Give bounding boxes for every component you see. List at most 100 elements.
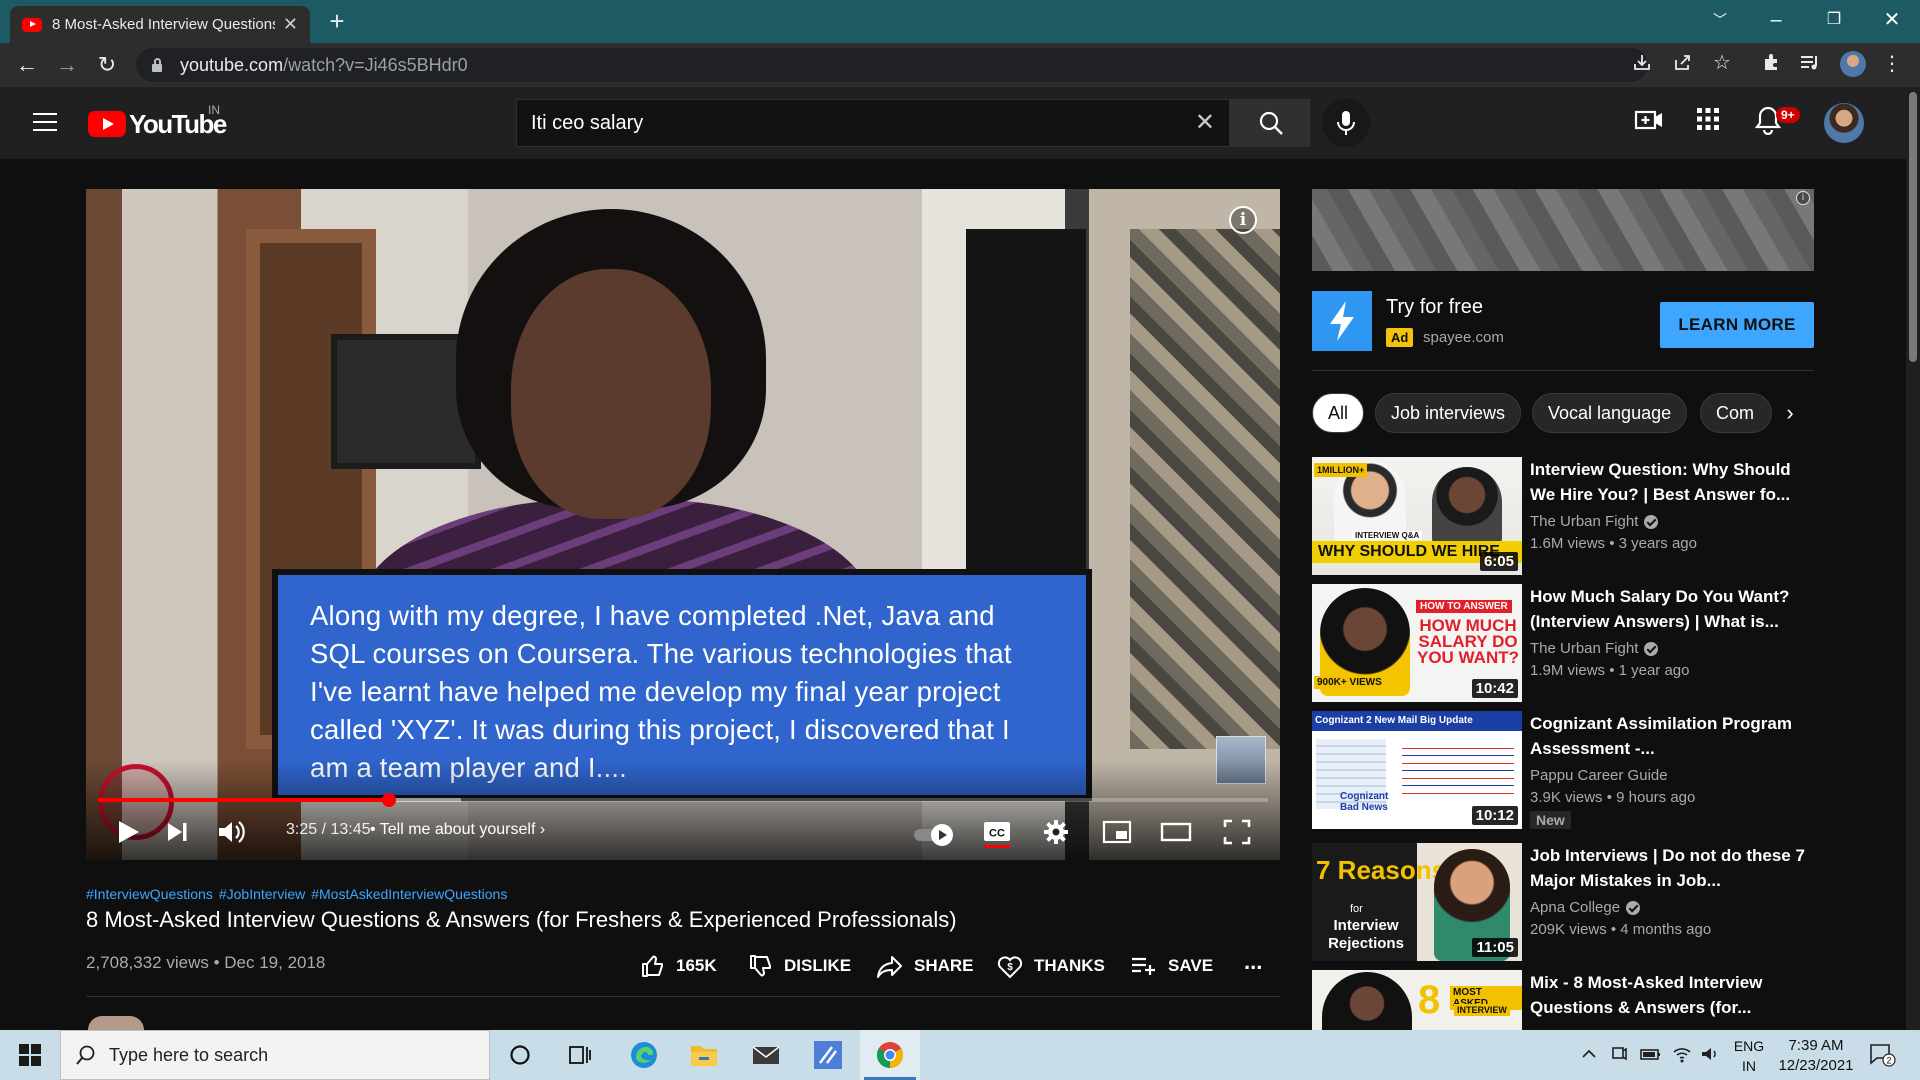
- volume-button[interactable]: [216, 817, 246, 851]
- hashtag-link[interactable]: #MostAskedInterviewQuestions: [311, 886, 507, 902]
- learn-more-button[interactable]: LEARN MORE: [1660, 302, 1814, 348]
- recommendation-channel[interactable]: Pappu Career Guide: [1530, 767, 1668, 784]
- recommendation-item[interactable]: Cognizant 2 New Mail Big Update Cognizan…: [1312, 711, 1822, 831]
- recommendation-channel[interactable]: The Urban Fight: [1530, 640, 1659, 657]
- system-clock[interactable]: 7:39 AM 12/23/2021: [1770, 1036, 1862, 1076]
- voice-search-button[interactable]: [1322, 99, 1370, 147]
- advertiser-logo[interactable]: [1312, 291, 1372, 351]
- recommendation-title[interactable]: Cognizant Assimilation Program Assessmen…: [1530, 711, 1820, 761]
- page-scrollbar[interactable]: [1906, 87, 1920, 1030]
- file-explorer-app[interactable]: [674, 1030, 734, 1080]
- clear-search-icon[interactable]: ✕: [1195, 111, 1215, 135]
- video-thumbnail[interactable]: HOW TO ANSWER HOW MUCH SALARY DO YOU WAN…: [1312, 584, 1522, 702]
- input-language[interactable]: ENG IN: [1732, 1036, 1766, 1076]
- cortana-button[interactable]: [490, 1030, 550, 1080]
- save-button[interactable]: SAVE: [1130, 951, 1213, 981]
- chip-truncated[interactable]: Com: [1700, 393, 1772, 433]
- reload-button[interactable]: ↻: [92, 51, 122, 79]
- hashtag-link[interactable]: #InterviewQuestions: [86, 886, 213, 902]
- windows-start-button[interactable]: [0, 1030, 60, 1080]
- show-hidden-icons-chevron[interactable]: [1580, 1045, 1598, 1068]
- install-icon[interactable]: [1630, 52, 1654, 76]
- mail-app[interactable]: [736, 1030, 796, 1080]
- recommendation-title[interactable]: Job Interviews | Do not do these 7 Major…: [1530, 843, 1820, 893]
- volume-speaker-icon[interactable]: [1700, 1045, 1720, 1068]
- chips-next-chevron-icon[interactable]: ›: [1770, 393, 1810, 433]
- edge-browser-app[interactable]: [614, 1030, 674, 1080]
- like-button[interactable]: 165K: [640, 951, 717, 981]
- battery-icon[interactable]: [1640, 1045, 1662, 1068]
- back-button[interactable]: ←: [12, 51, 42, 79]
- hashtag-link[interactable]: #JobInterview: [219, 886, 305, 902]
- video-player[interactable]: i Along with my degree, I have completed…: [86, 189, 1280, 860]
- hamburger-menu-icon[interactable]: [28, 109, 62, 135]
- autoplay-toggle[interactable]: [912, 821, 958, 855]
- wifi-icon[interactable]: [1672, 1045, 1692, 1068]
- pinned-app[interactable]: [798, 1030, 858, 1080]
- recommendation-channel[interactable]: Apna College: [1530, 899, 1641, 916]
- create-video-icon[interactable]: [1634, 105, 1670, 141]
- search-input[interactable]: Iti ceo salary ✕: [516, 99, 1230, 147]
- share-icon[interactable]: [1670, 52, 1694, 76]
- recommendation-item[interactable]: 1MILLION+ INTERVIEW Q&A WHY SHOULD WE HI…: [1312, 457, 1822, 577]
- minimize-button[interactable]: –: [1748, 0, 1804, 40]
- fullscreen-button[interactable]: [1222, 817, 1252, 851]
- video-thumbnail[interactable]: 7 Reasons for Interview Rejections 11:05: [1312, 843, 1522, 961]
- browser-tab[interactable]: 8 Most-Asked Interview Questions ✕: [10, 6, 310, 43]
- recommendation-title[interactable]: How Much Salary Do You Want? (Interview …: [1530, 584, 1820, 634]
- profile-avatar-icon[interactable]: [1840, 51, 1866, 77]
- thanks-button[interactable]: $ THANKS: [996, 951, 1105, 981]
- close-window-button[interactable]: ✕: [1864, 0, 1920, 40]
- video-thumbnail[interactable]: Cognizant 2 New Mail Big Update Cognizan…: [1312, 711, 1522, 829]
- lock-icon[interactable]: [150, 58, 164, 72]
- chip-job-interviews[interactable]: Job interviews: [1375, 393, 1522, 433]
- channel-avatar[interactable]: [88, 1016, 144, 1030]
- bookmark-star-icon[interactable]: ☆: [1710, 51, 1734, 75]
- share-label: SHARE: [914, 956, 974, 975]
- theater-mode-button[interactable]: [1160, 817, 1192, 851]
- task-view-button[interactable]: [550, 1030, 610, 1080]
- more-actions-button[interactable]: ...: [1244, 947, 1262, 977]
- video-info-icon[interactable]: i: [1229, 206, 1257, 234]
- scrollbar-thumb[interactable]: [1909, 92, 1917, 362]
- search-button[interactable]: [1230, 99, 1310, 147]
- video-thumbnail[interactable]: 8 MOST ASKED INTERVIEW: [1312, 970, 1522, 1030]
- recommendation-item[interactable]: 7 Reasons for Interview Rejections 11:05…: [1312, 843, 1822, 963]
- chip-all[interactable]: All: [1312, 393, 1365, 433]
- chrome-app[interactable]: [860, 1030, 920, 1080]
- miniplayer-button[interactable]: [1102, 817, 1132, 851]
- recommendation-item-mix[interactable]: 8 MOST ASKED INTERVIEW Mix - 8 Most-Aske…: [1312, 970, 1822, 1030]
- dislike-button[interactable]: DISLIKE: [748, 951, 851, 981]
- ad-banner-image[interactable]: [1312, 189, 1814, 271]
- extensions-puzzle-icon[interactable]: [1760, 52, 1784, 76]
- chapter-title[interactable]: • Tell me about yourself ›: [370, 821, 545, 839]
- play-button[interactable]: [114, 817, 142, 851]
- settings-gear-icon[interactable]: [1042, 817, 1070, 851]
- subtitles-cc-button[interactable]: CC: [982, 817, 1012, 851]
- restore-button[interactable]: ❐: [1806, 0, 1862, 40]
- taskbar-search-box[interactable]: Type here to search: [60, 1030, 490, 1080]
- video-thumbnail[interactable]: 1MILLION+ INTERVIEW Q&A WHY SHOULD WE HI…: [1312, 457, 1522, 575]
- recommendation-title[interactable]: Interview Question: Why Should We Hire Y…: [1530, 457, 1820, 507]
- action-center-icon[interactable]: 2: [1868, 1042, 1896, 1073]
- progress-bar[interactable]: [98, 793, 1268, 807]
- chip-vocal-language[interactable]: Vocal language: [1532, 393, 1688, 433]
- forward-button[interactable]: →: [52, 51, 82, 79]
- tab-search-chevron-icon[interactable]: ﹀: [1692, 0, 1748, 40]
- recommendation-title[interactable]: Mix - 8 Most-Asked Interview Questions &…: [1530, 970, 1820, 1020]
- meet-now-icon[interactable]: [1610, 1045, 1628, 1068]
- apps-grid-icon[interactable]: [1694, 105, 1730, 141]
- media-queue-icon[interactable]: [1798, 52, 1822, 76]
- tab-close-icon[interactable]: ✕: [283, 14, 298, 35]
- new-tab-button[interactable]: +: [322, 6, 352, 36]
- chrome-menu-icon[interactable]: ⋮: [1880, 52, 1904, 76]
- ad-info-icon[interactable]: i: [1796, 191, 1810, 205]
- account-avatar[interactable]: [1824, 103, 1864, 143]
- recommendation-channel[interactable]: The Urban Fight: [1530, 513, 1659, 530]
- address-bar[interactable]: youtube.com/watch?v=Ji46s5BHdr0: [136, 48, 1648, 82]
- youtube-logo[interactable]: YouTube IN: [88, 103, 227, 139]
- next-video-button[interactable]: [164, 817, 190, 851]
- recommendation-item[interactable]: HOW TO ANSWER HOW MUCH SALARY DO YOU WAN…: [1312, 584, 1822, 704]
- ad-title[interactable]: Try for free: [1386, 296, 1483, 319]
- share-button[interactable]: SHARE: [876, 951, 974, 981]
